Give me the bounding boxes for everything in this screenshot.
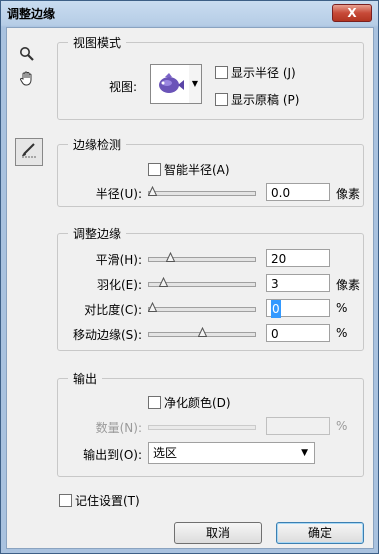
shift-edge-slider-thumb[interactable] — [198, 327, 207, 337]
hand-icon[interactable] — [16, 70, 38, 92]
radius-input[interactable]: 0.0 — [266, 183, 330, 201]
view-mode-title: 视图模式 — [68, 34, 127, 51]
feather-slider[interactable] — [148, 277, 256, 289]
output-to-value: 选区 — [153, 446, 178, 460]
view-label: 视图: — [109, 80, 138, 94]
output-to-label: 输出到(O): — [83, 448, 142, 462]
radius-unit: 像素 — [336, 187, 361, 201]
magnifier-icon[interactable] — [16, 46, 38, 68]
view-dropdown-arrow[interactable]: ▼ — [189, 64, 202, 104]
contrast-unit: % — [336, 301, 348, 315]
smooth-slider[interactable] — [148, 252, 256, 264]
chevron-down-icon: ▼ — [301, 448, 308, 458]
view-preview-thumbnail[interactable] — [150, 64, 190, 104]
close-button[interactable]: X — [332, 4, 372, 22]
refine-edge-dialog: 调整边缘 X 视图模式 视图: ▼ 显示半径 (J) 显示原稿 (P) 边缘检测… — [0, 0, 379, 554]
dialog-title: 调整边缘 — [7, 7, 56, 21]
ok-button[interactable]: 确定 — [276, 522, 364, 544]
contrast-slider-thumb[interactable] — [148, 302, 157, 312]
contrast-input-value: 0 — [271, 300, 281, 318]
cancel-button[interactable]: 取消 — [174, 522, 262, 544]
contrast-slider[interactable] — [148, 302, 256, 314]
output-title: 输出 — [68, 370, 103, 387]
feather-input[interactable]: 3 — [266, 274, 330, 292]
dialog-body: 视图模式 视图: ▼ 显示半径 (J) 显示原稿 (P) 边缘检测 智能半径(A… — [6, 27, 374, 549]
show-radius-checkbox[interactable] — [215, 66, 228, 79]
view-mode-group: 视图模式 视图: ▼ 显示半径 (J) 显示原稿 (P) — [57, 34, 364, 120]
remember-settings-checkbox[interactable] — [59, 494, 72, 507]
amount-unit: % — [336, 419, 348, 433]
feather-slider-thumb[interactable] — [159, 277, 168, 287]
contrast-input[interactable]: 0 — [266, 299, 330, 318]
smooth-slider-thumb[interactable] — [166, 252, 175, 262]
shift-edge-label: 移动边缘(S): — [72, 328, 142, 342]
adjust-edge-title: 调整边缘 — [68, 225, 127, 242]
smart-radius-label: 智能半径(A) — [164, 163, 230, 177]
amount-label: 数量(N): — [95, 421, 142, 435]
output-to-select[interactable]: 选区 ▼ — [148, 442, 315, 464]
feather-label: 羽化(E): — [97, 278, 142, 292]
shift-edge-input[interactable]: 0 — [266, 324, 330, 342]
edge-detection-group: 边缘检测 智能半径(A) 半径(U): 0.0 像素 — [57, 136, 364, 207]
amount-slider[interactable] — [148, 422, 256, 432]
smooth-input[interactable]: 20 — [266, 249, 330, 267]
show-original-label: 显示原稿 (P) — [231, 93, 300, 107]
adjust-edge-group: 调整边缘 平滑(H): 20 羽化(E): 3 像素 对比度(C): 0 % 移… — [57, 225, 364, 351]
radius-label: 半径(U): — [95, 187, 142, 201]
feather-unit: 像素 — [336, 278, 361, 292]
decontaminate-checkbox[interactable] — [148, 396, 161, 409]
amount-input[interactable] — [266, 417, 330, 435]
smart-radius-checkbox[interactable] — [148, 163, 161, 176]
shift-edge-unit: % — [336, 326, 348, 340]
show-radius-label: 显示半径 (J) — [231, 66, 296, 80]
show-original-checkbox[interactable] — [215, 93, 228, 106]
radius-slider[interactable] — [148, 186, 256, 198]
decontaminate-label: 净化颜色(D) — [164, 396, 231, 410]
contrast-label: 对比度(C): — [84, 303, 142, 317]
edge-detection-title: 边缘检测 — [68, 136, 127, 153]
remember-settings-label: 记住设置(T) — [75, 494, 140, 508]
radius-slider-thumb[interactable] — [148, 186, 157, 196]
title-bar[interactable]: 调整边缘 X — [1, 1, 378, 25]
shift-edge-slider[interactable] — [148, 327, 256, 339]
smooth-label: 平滑(H): — [95, 253, 142, 267]
output-group: 输出 净化颜色(D) 数量(N): % 输出到(O): 选区 ▼ — [57, 370, 364, 477]
refine-radius-brush-icon[interactable] — [15, 138, 43, 166]
